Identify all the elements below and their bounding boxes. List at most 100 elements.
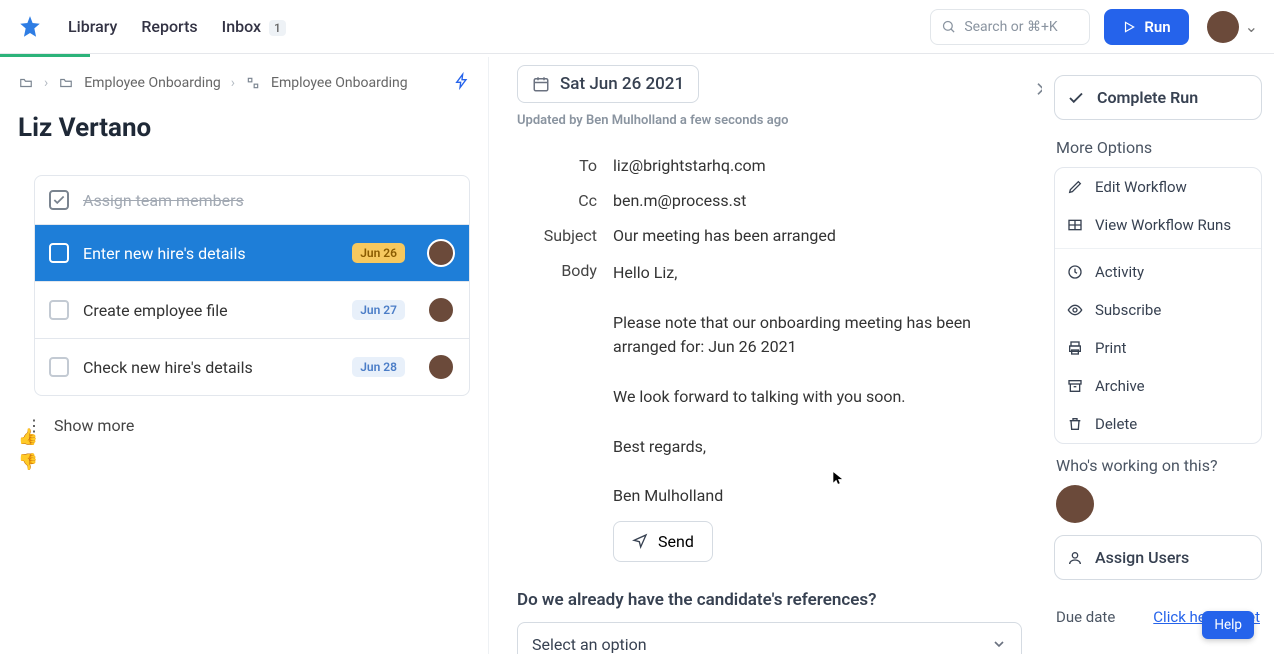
calendar-icon xyxy=(532,75,550,93)
delete-label: Delete xyxy=(1095,415,1137,433)
archive-option[interactable]: Archive xyxy=(1055,367,1261,405)
chevron-down-icon xyxy=(991,636,1007,652)
task-assignee-avatar[interactable] xyxy=(427,353,455,381)
task-checkbox[interactable] xyxy=(49,243,69,263)
due-date-label: Due date xyxy=(1056,608,1115,626)
app-logo[interactable] xyxy=(16,13,44,41)
subscribe-label: Subscribe xyxy=(1095,301,1161,319)
complete-run-button[interactable]: Complete Run xyxy=(1054,75,1262,120)
task-label: Create employee file xyxy=(83,301,228,320)
updated-text: Updated by Ben Mulholland a few seconds … xyxy=(517,113,1022,128)
search-input[interactable]: Search or ⌘+K xyxy=(930,9,1090,45)
task-assignee-avatar[interactable] xyxy=(427,296,455,324)
email-to-value: liz@brightstarhq.com xyxy=(613,156,1022,175)
check-icon xyxy=(1067,89,1085,107)
nav-library[interactable]: Library xyxy=(68,17,117,36)
nav-inbox[interactable]: Inbox 1 xyxy=(222,17,286,36)
task-assignee-avatar[interactable] xyxy=(427,239,455,267)
task-row[interactable]: 3 Create employee file Jun 27 xyxy=(35,281,469,338)
breadcrumb: › Employee Onboarding › Employee Onboard… xyxy=(18,71,470,95)
delete-option[interactable]: Delete xyxy=(1055,405,1261,443)
automation-icon[interactable] xyxy=(454,71,470,95)
play-icon xyxy=(1122,20,1136,34)
cursor-icon xyxy=(831,469,845,487)
chevron-down-icon[interactable]: ⌄ xyxy=(1245,17,1258,36)
task-row[interactable]: 1 Assign team members xyxy=(35,176,469,224)
email-subject-value: Our meeting has been arranged xyxy=(613,226,1022,245)
user-avatar[interactable] xyxy=(1207,11,1239,43)
subscribe-option[interactable]: Subscribe xyxy=(1055,291,1261,329)
references-select[interactable]: Select an option xyxy=(517,622,1022,654)
task-checkbox[interactable] xyxy=(49,300,69,320)
archive-icon xyxy=(1067,378,1083,394)
task-label: Assign team members xyxy=(83,191,244,210)
date-value: Sat Jun 26 2021 xyxy=(560,74,684,94)
email-cc-label: Cc xyxy=(517,191,597,210)
complete-run-label: Complete Run xyxy=(1097,88,1198,107)
folder-icon[interactable] xyxy=(18,76,34,90)
email-preview: To liz@brightstarhq.com Cc ben.m@process… xyxy=(517,156,1022,562)
run-title: Liz Vertano xyxy=(18,113,470,143)
email-to-label: To xyxy=(517,156,597,175)
edit-workflow-label: Edit Workflow xyxy=(1095,178,1187,196)
email-body-label: Body xyxy=(517,261,597,280)
top-nav: Library Reports Inbox 1 Search or ⌘+K Ru… xyxy=(0,0,1274,54)
edit-workflow-option[interactable]: Edit Workflow xyxy=(1055,168,1261,206)
assignee-avatar[interactable] xyxy=(1056,485,1094,523)
task-row[interactable]: Check new hire's details Jun 28 xyxy=(35,338,469,395)
task-row[interactable]: 2 Enter new hire's details Jun 26 xyxy=(35,224,469,281)
activity-option[interactable]: Activity xyxy=(1055,253,1261,291)
print-label: Print xyxy=(1095,339,1126,357)
breadcrumb-folder-2[interactable]: Employee Onboarding xyxy=(271,75,408,91)
star-icon xyxy=(17,14,43,40)
email-cc-value: ben.m@process.st xyxy=(613,191,1022,210)
feedback-thumbs: 👍 👎 xyxy=(18,427,38,471)
thumbs-down-icon[interactable]: 👎 xyxy=(18,452,38,471)
print-icon xyxy=(1067,340,1083,356)
activity-label: Activity xyxy=(1095,263,1144,281)
view-runs-label: View Workflow Runs xyxy=(1095,216,1231,234)
select-placeholder: Select an option xyxy=(532,635,647,654)
run-button-label: Run xyxy=(1144,18,1170,36)
workflow-icon[interactable] xyxy=(245,76,261,90)
view-runs-option[interactable]: View Workflow Runs xyxy=(1055,206,1261,244)
task-due-badge: Jun 26 xyxy=(352,243,405,263)
pencil-icon xyxy=(1067,179,1083,195)
trash-icon xyxy=(1067,416,1083,432)
table-icon xyxy=(1067,217,1083,233)
folder-icon[interactable] xyxy=(58,76,74,90)
search-placeholder: Search or ⌘+K xyxy=(964,19,1057,35)
nav-inbox-label: Inbox xyxy=(222,17,261,36)
send-button-label: Send xyxy=(658,532,694,551)
clock-icon xyxy=(1067,264,1083,280)
assign-users-label: Assign Users xyxy=(1095,548,1189,567)
date-picker[interactable]: Sat Jun 26 2021 xyxy=(517,65,699,103)
task-label: Enter new hire's details xyxy=(83,244,246,263)
send-button[interactable]: Send xyxy=(613,521,713,562)
right-panel: Complete Run More Options Edit Workflow … xyxy=(1042,57,1274,654)
show-more-button[interactable]: ⋮ Show more xyxy=(18,396,470,455)
nav-reports[interactable]: Reports xyxy=(141,17,197,36)
inbox-count-badge: 1 xyxy=(269,20,286,36)
task-due-badge: Jun 28 xyxy=(352,357,405,377)
help-button[interactable]: Help xyxy=(1202,611,1254,639)
task-label: Check new hire's details xyxy=(83,358,253,377)
assign-users-button[interactable]: Assign Users xyxy=(1054,535,1262,580)
chevron-right-icon: › xyxy=(231,75,235,91)
email-body-value: Hello Liz, Please note that our onboardi… xyxy=(613,261,1022,509)
eye-icon xyxy=(1067,302,1083,318)
breadcrumb-folder-1[interactable]: Employee Onboarding xyxy=(84,75,221,91)
archive-label: Archive xyxy=(1095,377,1145,395)
nav-links: Library Reports Inbox 1 xyxy=(68,17,286,36)
run-button[interactable]: Run xyxy=(1104,9,1188,45)
task-checkbox[interactable] xyxy=(49,357,69,377)
print-option[interactable]: Print xyxy=(1055,329,1261,367)
thumbs-up-icon[interactable]: 👍 xyxy=(18,427,38,446)
task-checkbox[interactable] xyxy=(49,190,69,210)
user-icon xyxy=(1067,550,1083,566)
paper-plane-icon xyxy=(632,533,648,549)
email-subject-label: Subject xyxy=(517,226,597,245)
more-options-card: Edit Workflow View Workflow Runs Activit… xyxy=(1054,167,1262,444)
collapse-right-icon[interactable] xyxy=(1032,77,1042,105)
who-working-title: Who's working on this? xyxy=(1056,456,1262,475)
